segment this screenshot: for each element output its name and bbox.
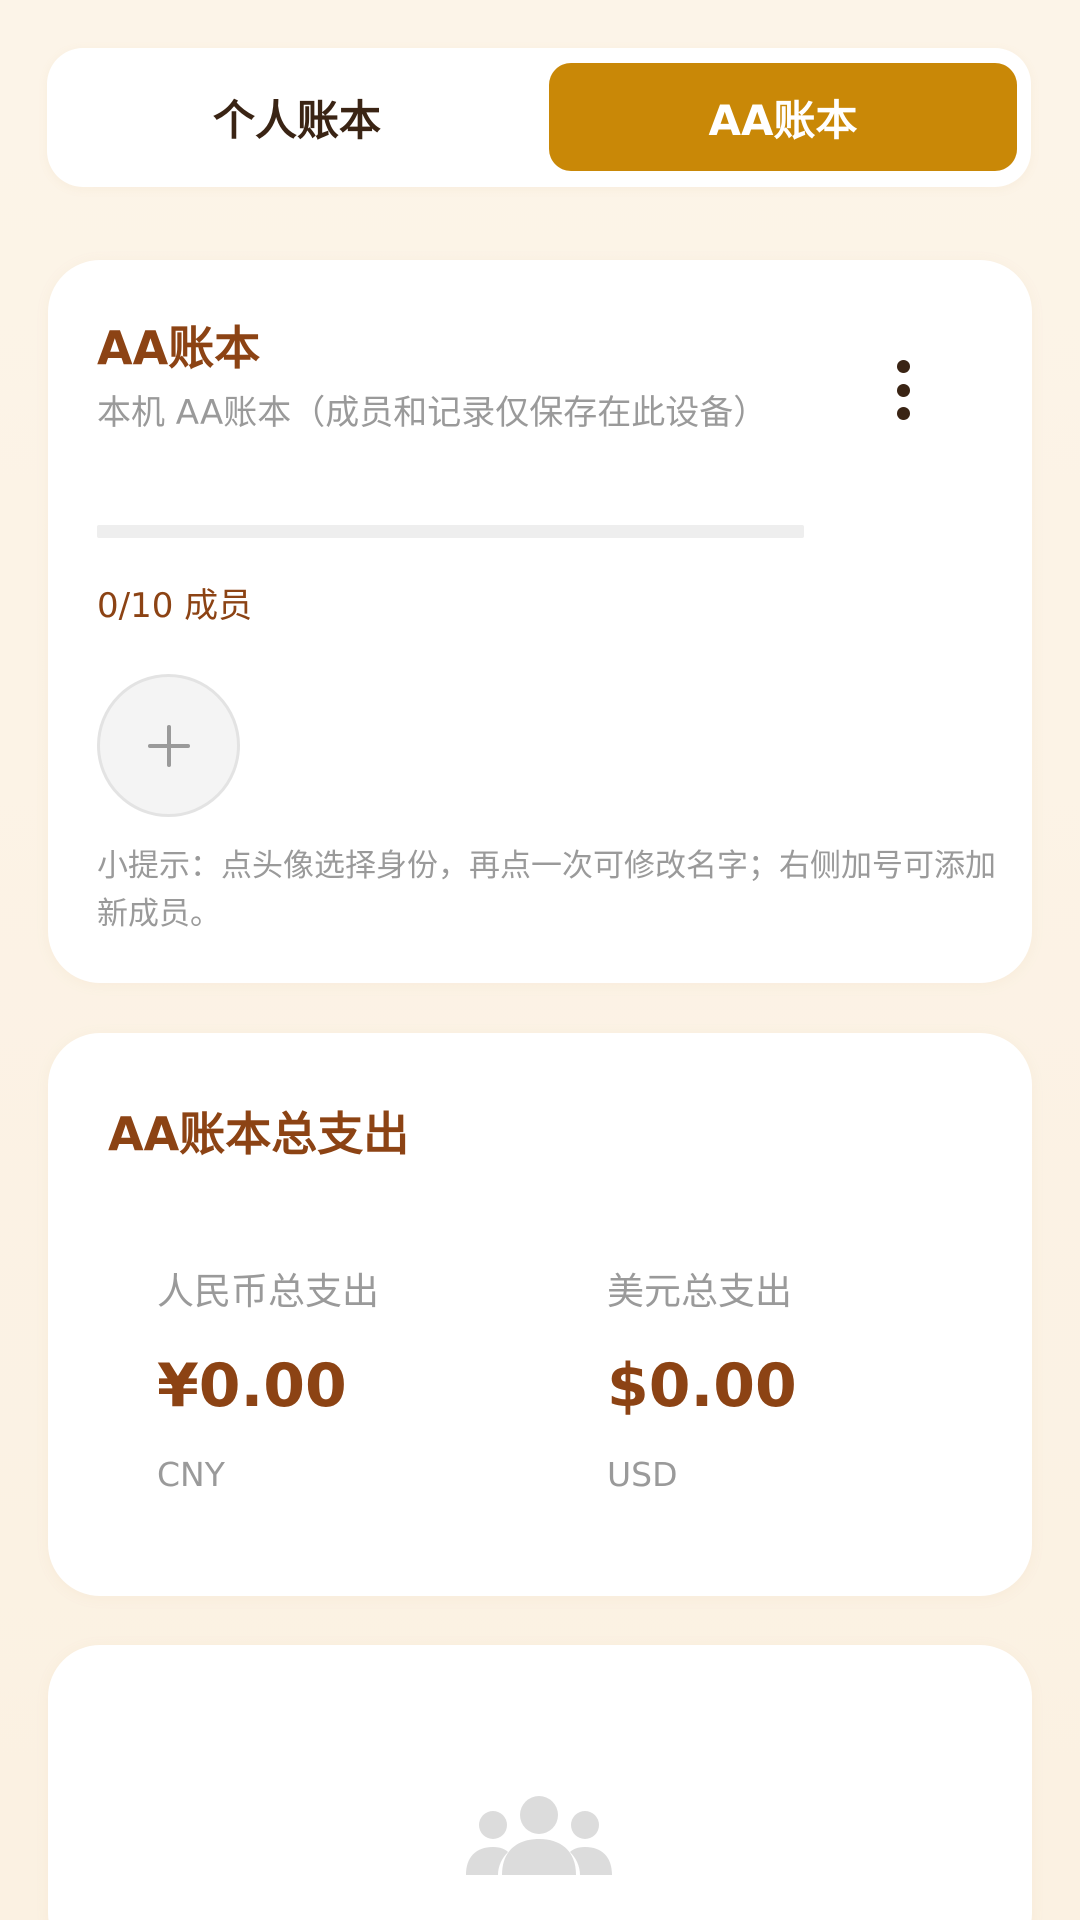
total-expense-card: AA账本总支出 人民币总支出 ¥0.00 CNY 美元总支出 $0.00 USD [48,1033,1032,1596]
aa-ledger-page: 个人账本 AA账本 AA账本 本机 AA账本（成员和记录仅保存在此设备） 0/1… [0,0,1080,1920]
cny-total-label: 人民币总支出 [157,1270,379,1313]
tab-personal-ledger[interactable]: 个人账本 [62,63,532,171]
usd-currency-code: USD [607,1455,678,1494]
total-expense-title: AA账本总支出 [108,1107,410,1161]
member-count: 0/10 成员 [97,586,253,626]
group-people-icon [466,1796,612,1875]
records-empty-card [48,1645,1032,1920]
more-vertical-icon[interactable] [888,360,918,420]
usd-total: 美元总支出 $0.00 USD [607,1261,797,1494]
hint-text: 小提示：点头像选择身份，再点一次可修改名字；右侧加号可添加新成员。 [97,848,996,932]
ledger-title: AA账本 [97,321,261,375]
usd-total-label: 美元总支出 [607,1270,792,1313]
member-progress-bar [97,525,804,538]
cny-currency-code: CNY [157,1455,225,1494]
plus-icon [147,724,190,767]
aa-ledger-card: AA账本 本机 AA账本（成员和记录仅保存在此设备） 0/10 成员 小提示：点… [48,260,1032,983]
cny-total-amount: ¥0.00 [157,1351,347,1421]
ledger-description: 本机 AA账本（成员和记录仅保存在此设备） [97,393,768,433]
ledger-type-switcher: 个人账本 AA账本 [47,48,1031,187]
usd-total-amount: $0.00 [607,1351,797,1421]
tab-aa-ledger[interactable]: AA账本 [549,63,1017,171]
add-member-button[interactable] [97,674,240,817]
cny-total: 人民币总支出 ¥0.00 CNY [157,1261,379,1494]
